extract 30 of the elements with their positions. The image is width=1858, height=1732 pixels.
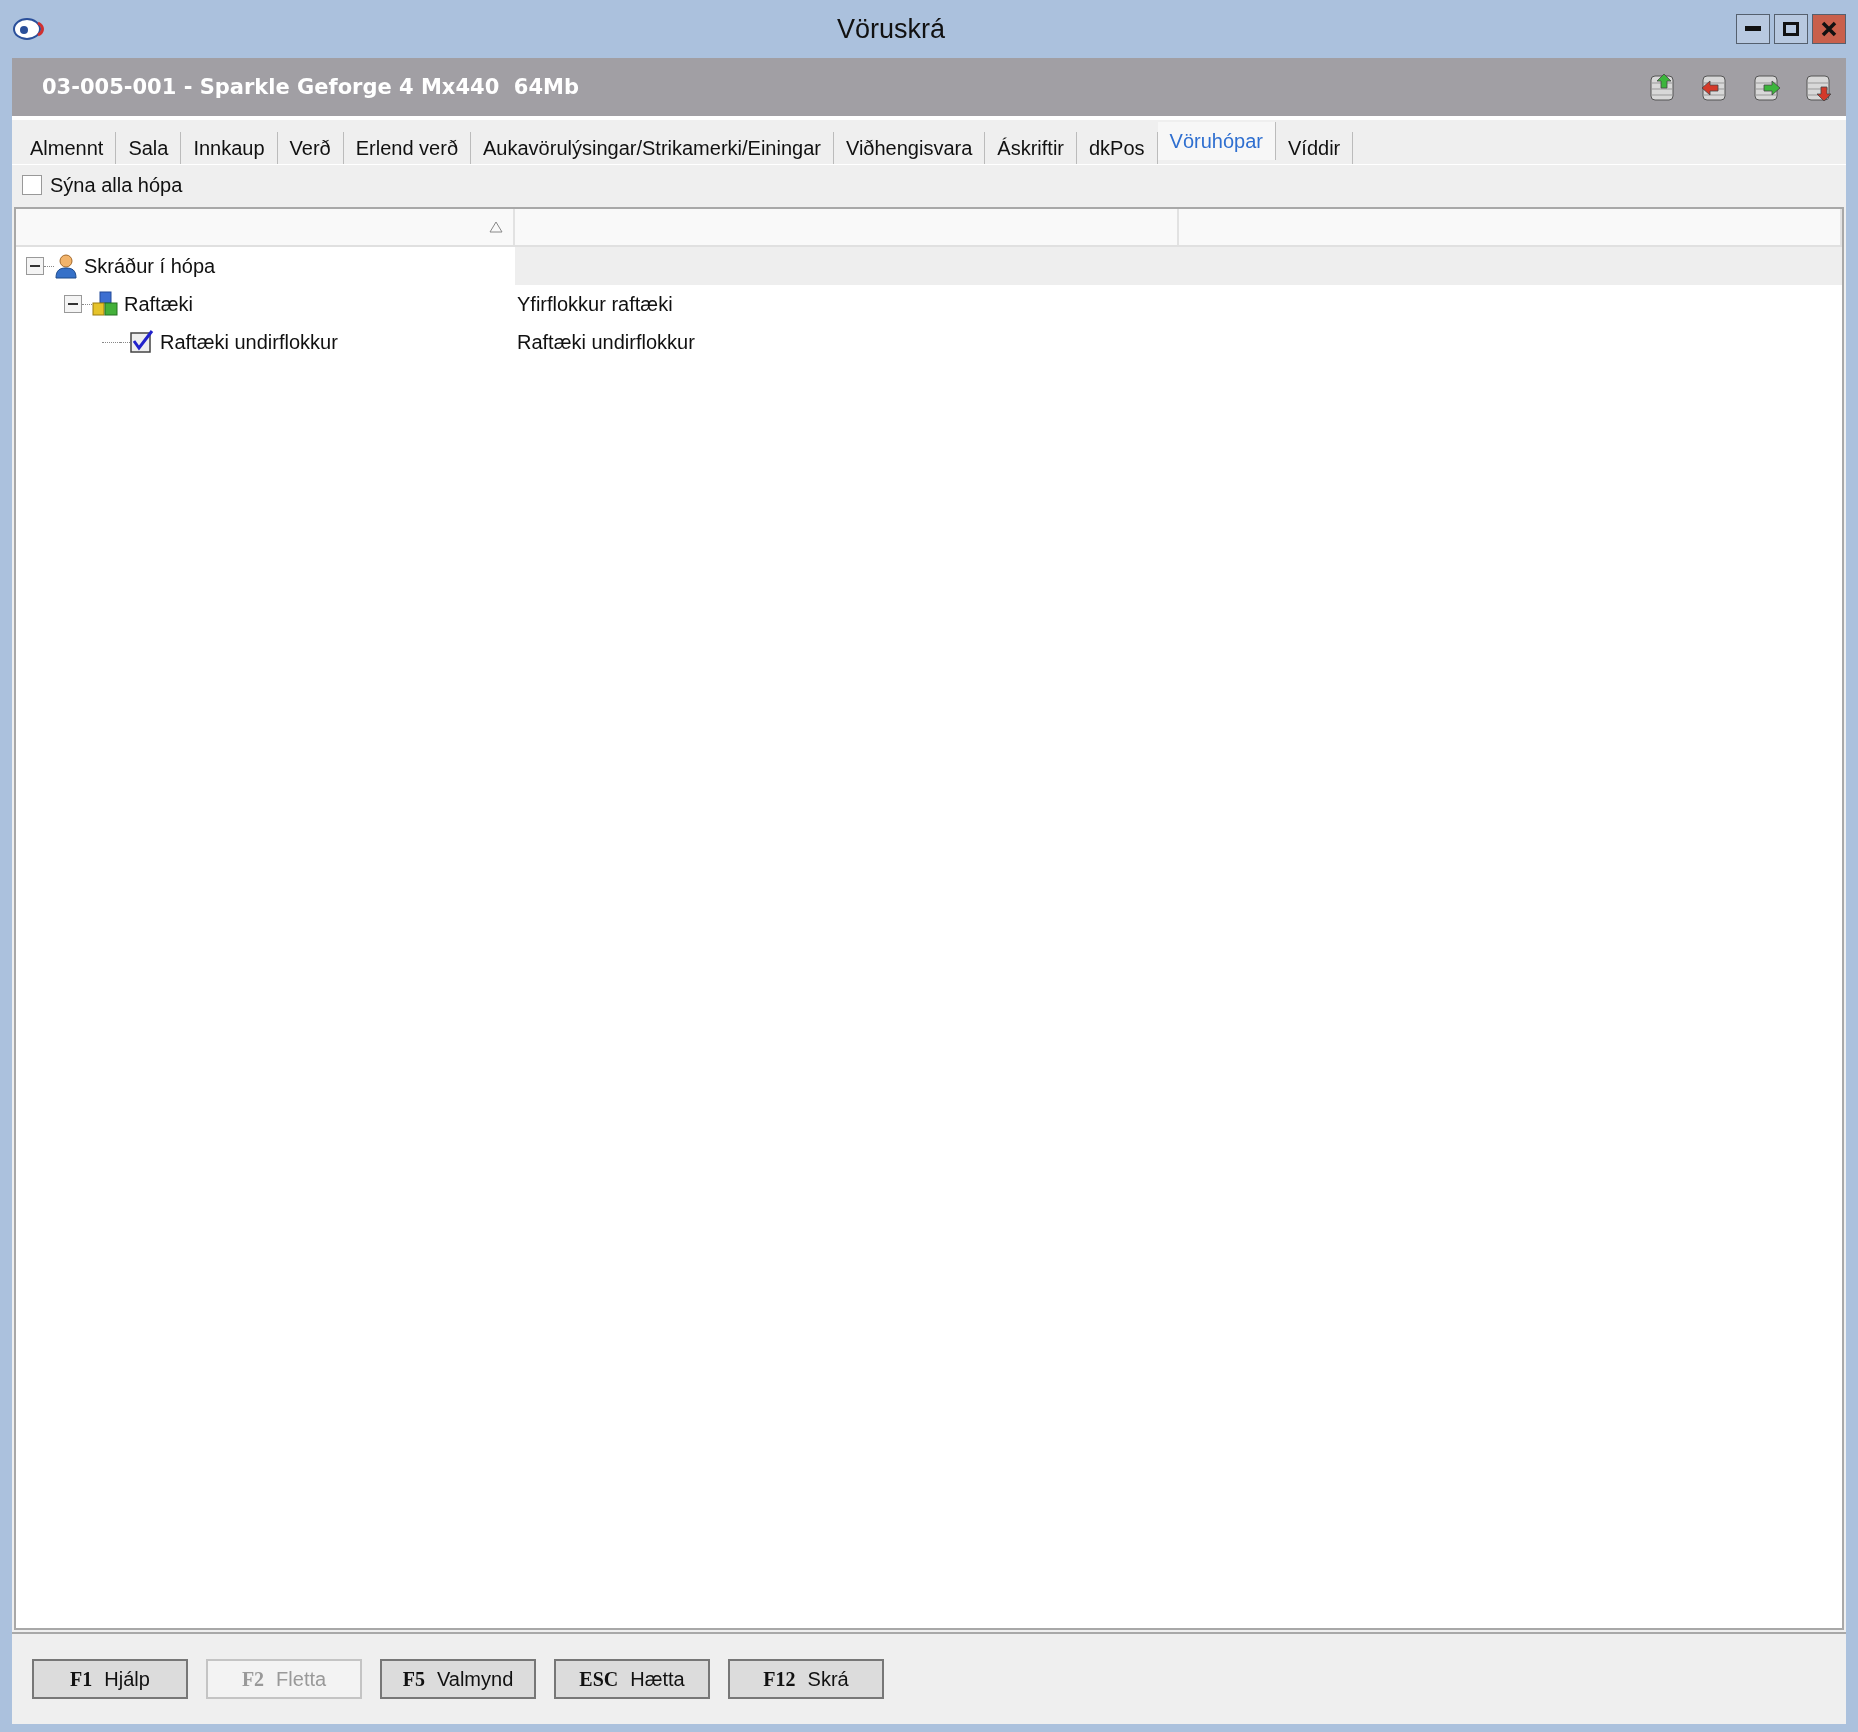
tree-node-label[interactable]: Raftæki [124, 292, 193, 316]
tab[interactable]: Vöruhópar [1157, 122, 1276, 160]
sort-icon [489, 221, 503, 233]
maximize-button[interactable] [1774, 14, 1808, 44]
table-cell: Yfirflokkur raftæki [517, 292, 673, 316]
function-key-button[interactable]: F5 Valmynd [380, 1659, 536, 1699]
checkbox[interactable] [22, 175, 42, 195]
tree-line [44, 265, 54, 267]
tree-node-label[interactable]: Skráður í hópa [84, 254, 216, 278]
blocks-icon [92, 291, 118, 317]
app-logo-icon [12, 17, 46, 41]
database-down-arrow-icon[interactable] [1804, 72, 1834, 102]
window-title: Vöruskrá [835, 13, 946, 45]
maximize-icon [1783, 22, 1799, 36]
close-icon [1821, 21, 1837, 37]
collapse-icon[interactable] [26, 257, 44, 275]
function-key-button[interactable]: ESC Hætta [554, 1659, 710, 1699]
minimize-button[interactable] [1736, 14, 1770, 44]
minimize-icon [1745, 26, 1761, 32]
record-title: 03-005-001 - Sparkle Geforge 4 Mx440 64Mb [42, 75, 581, 99]
function-key-button[interactable]: F12 Skrá [728, 1659, 884, 1699]
collapse-icon[interactable] [64, 295, 82, 313]
database-right-arrow-icon[interactable] [1752, 72, 1782, 102]
tree-node-label[interactable]: Raftæki undirflokkur [160, 330, 338, 354]
person-icon [54, 253, 78, 279]
close-button[interactable] [1812, 14, 1846, 44]
function-key-button[interactable]: F1 Hjálp [32, 1659, 188, 1699]
checkbox-icon[interactable] [130, 330, 154, 354]
checkbox-label: Sýna alla hópa [50, 173, 183, 197]
table-cell: Raftæki undirflokkur [517, 330, 695, 354]
